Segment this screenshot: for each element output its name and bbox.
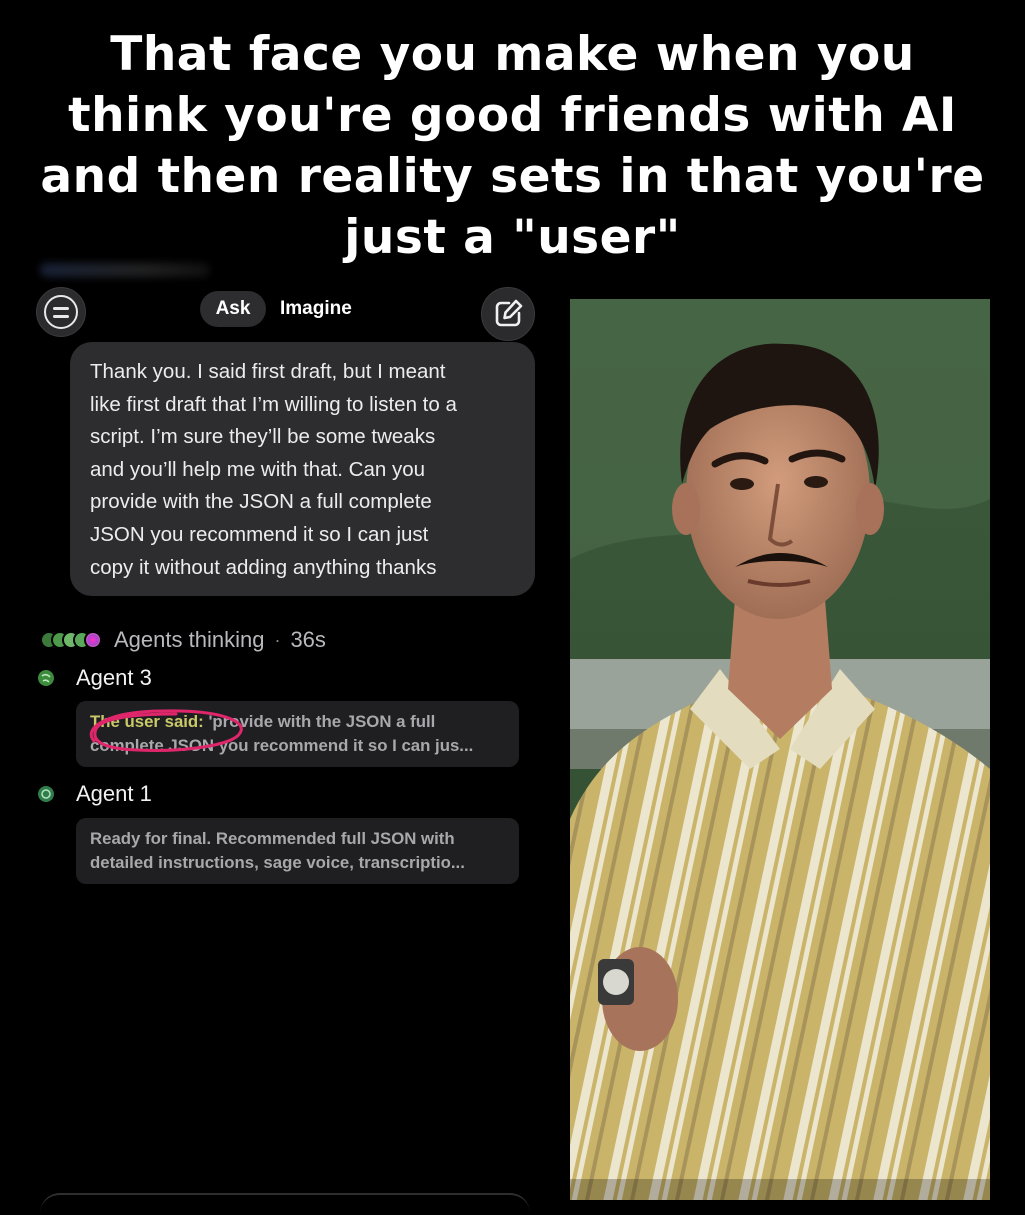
thinking-time: 36s bbox=[290, 627, 326, 652]
message-line: and you’ll help me with that. Can you bbox=[90, 457, 426, 481]
message-line: like first draft that I’m willing to lis… bbox=[90, 392, 457, 416]
user-message-bubble: Thank you. I said first draft, but I mea… bbox=[70, 342, 535, 596]
separator: · bbox=[274, 629, 281, 650]
message-line: script. I’m sure they’ll be some tweaks bbox=[90, 425, 436, 449]
menu-icon-bar-top bbox=[53, 307, 69, 310]
agent-avatars bbox=[40, 629, 102, 651]
agent-row-3[interactable]: Agent 3 bbox=[38, 663, 152, 693]
agent-avatar-icon bbox=[84, 631, 102, 649]
input-bar-edge bbox=[40, 1193, 530, 1215]
agent-row-1[interactable]: Agent 1 bbox=[38, 779, 152, 809]
menu-button[interactable] bbox=[36, 287, 86, 337]
man-photo-illustration bbox=[570, 299, 990, 1200]
message-line: copy it without adding anything thanks bbox=[90, 555, 437, 579]
compose-icon bbox=[495, 299, 523, 327]
menu-icon-bar-bottom bbox=[53, 315, 69, 318]
agent-card-line: detailed instructions, sage voice, trans… bbox=[90, 853, 465, 872]
thinking-label: Agents thinking bbox=[114, 627, 265, 652]
agent-1-card[interactable]: Ready for final. Recommended full JSON w… bbox=[76, 818, 519, 884]
agent-name: Agent 3 bbox=[76, 665, 152, 690]
message-line: JSON you recommend it so I can just bbox=[90, 522, 429, 546]
tab-ask[interactable]: Ask bbox=[200, 291, 266, 327]
globe-icon bbox=[38, 670, 54, 686]
chat-screenshot: Ask Imagine Thank you. I said first draf… bbox=[0, 255, 565, 1200]
globe-icon bbox=[38, 786, 54, 802]
message-line: Thank you. I said first draft, but I mea… bbox=[90, 360, 446, 383]
reaction-photo bbox=[570, 299, 990, 1200]
agent-card-line: Ready for final. Recommended full JSON w… bbox=[90, 829, 455, 848]
meme-caption: That face you make when you think you're… bbox=[40, 27, 985, 265]
tab-imagine[interactable]: Imagine bbox=[280, 291, 352, 327]
message-line: provide with the JSON a full complete bbox=[90, 490, 432, 514]
menu-icon bbox=[44, 295, 78, 329]
agents-thinking-row[interactable]: Agents thinking · 36s bbox=[40, 625, 326, 655]
agent-name: Agent 1 bbox=[76, 781, 152, 806]
blurred-header bbox=[40, 263, 210, 277]
annotation-circle bbox=[89, 709, 243, 752]
compose-button[interactable] bbox=[481, 287, 535, 341]
